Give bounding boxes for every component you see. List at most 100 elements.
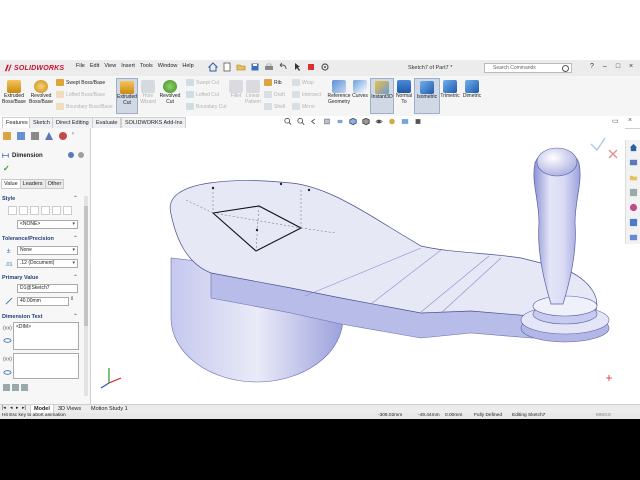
load-style-icon[interactable] xyxy=(63,206,72,215)
dimension-text-top-area[interactable]: <DIM> xyxy=(13,322,79,350)
display-manager-tab-icon[interactable] xyxy=(58,131,68,141)
graphics-close-button[interactable]: × xyxy=(628,117,632,124)
menu-tools[interactable]: Tools xyxy=(140,63,153,69)
reference-geometry-button[interactable]: Reference Geometry xyxy=(326,80,352,105)
normal-to-button[interactable]: Normal To xyxy=(394,80,414,105)
app-logo[interactable]: SOLIDWORKS xyxy=(4,63,64,73)
dimension-text-top-icon[interactable]: (xx) xyxy=(3,323,12,332)
menu-help[interactable]: Help xyxy=(182,63,193,69)
help-button[interactable]: ? xyxy=(590,63,594,70)
style-collapse-icon[interactable]: ⌃ xyxy=(73,195,78,202)
configuration-manager-tab-icon[interactable] xyxy=(30,131,40,141)
primary-value-spinner[interactable]: ⇕ xyxy=(70,296,74,302)
nav-next-icon[interactable]: ▸ xyxy=(16,405,19,411)
graphics-restore-button[interactable]: ▭ xyxy=(612,117,619,125)
boundary-boss-button[interactable]: Boundary Boss/Base xyxy=(56,103,113,110)
nav-last-icon[interactable]: ▸| xyxy=(22,405,26,411)
trimetric-button[interactable]: Trimetric xyxy=(440,80,460,100)
undo-icon[interactable] xyxy=(278,62,288,72)
tolerance-section-label[interactable]: Tolerance/Precision xyxy=(2,236,54,242)
style-select[interactable]: <NONE> xyxy=(17,220,78,229)
edit-appearance-icon[interactable] xyxy=(388,117,396,126)
menu-view[interactable]: View xyxy=(104,63,116,69)
sketch-point-center[interactable] xyxy=(255,228,259,232)
new-document-icon[interactable] xyxy=(222,62,232,72)
primary-value-section-label[interactable]: Primary Value xyxy=(2,275,38,281)
update-style-icon[interactable] xyxy=(30,206,39,215)
add-style-icon[interactable] xyxy=(19,206,28,215)
swept-boss-button[interactable]: Swept Boss/Base xyxy=(56,79,105,86)
view-palette-icon[interactable] xyxy=(629,188,638,197)
dimension-text-section-label[interactable]: Dimension Text xyxy=(2,314,43,320)
tab-direct-editing[interactable]: Direct Editing xyxy=(52,117,93,128)
search-commands-input[interactable]: Search Commands xyxy=(484,63,572,73)
style-section-label[interactable]: Style xyxy=(2,196,15,202)
precision-select[interactable]: .12 (Document) xyxy=(17,259,78,268)
design-library-icon[interactable] xyxy=(629,158,638,167)
swept-cut-button[interactable]: Swept Cut xyxy=(186,79,219,86)
maximize-button[interactable]: □ xyxy=(616,63,620,70)
tab-features[interactable]: Features xyxy=(2,117,32,128)
revolved-cut-button[interactable]: Revolved Cut xyxy=(158,80,182,105)
hole-wizard-button[interactable]: Hole Wizard xyxy=(138,80,158,105)
fillet-button[interactable]: Fillet xyxy=(228,80,244,100)
linear-pattern-button[interactable]: Linear Pattern xyxy=(244,80,262,105)
solidworks-forum-icon[interactable] xyxy=(629,233,638,242)
primary-value-field[interactable]: 40.00mm xyxy=(17,297,69,306)
dimension-text-link-icon[interactable] xyxy=(3,336,12,345)
isometric-button[interactable]: Isometric xyxy=(414,78,440,114)
pin-icon[interactable] xyxy=(78,152,84,158)
dimension-text-bottom-icon[interactable]: (xx) xyxy=(3,354,12,363)
sketch-point-2[interactable] xyxy=(279,182,283,186)
confirmation-corner-cancel[interactable] xyxy=(608,149,618,159)
help-icon[interactable] xyxy=(68,152,74,158)
ok-checkmark-button[interactable]: ✓ xyxy=(3,164,10,173)
options-gear-icon[interactable] xyxy=(320,62,330,72)
extruded-boss-button[interactable]: Extruded Boss/Base xyxy=(2,80,26,105)
open-folder-icon[interactable] xyxy=(236,62,246,72)
appearances-icon[interactable] xyxy=(629,203,638,212)
rib-button[interactable]: Rib xyxy=(264,79,282,86)
lofted-boss-button[interactable]: Lofted Boss/Base xyxy=(56,91,105,98)
sketch-point-3[interactable] xyxy=(307,188,311,192)
primary-name-field[interactable]: D1@Sketch7 xyxy=(17,284,78,293)
view-settings-icon[interactable] xyxy=(414,117,422,126)
tolerance-type-select[interactable]: None xyxy=(17,246,78,255)
save-icon[interactable] xyxy=(250,62,260,72)
lofted-cut-button[interactable]: Lofted Cut xyxy=(186,91,219,98)
instant3d-button[interactable]: Instant3D xyxy=(370,78,394,114)
previous-view-icon[interactable] xyxy=(310,117,318,126)
feature-manager-tab-icon[interactable] xyxy=(2,131,12,141)
curves-button[interactable]: Curves xyxy=(352,80,368,100)
nav-first-icon[interactable]: |◂ xyxy=(2,405,6,411)
search-icon[interactable] xyxy=(562,65,569,72)
handle-knob-top[interactable] xyxy=(536,147,578,177)
minimize-button[interactable]: – xyxy=(603,63,607,70)
section-view-icon[interactable] xyxy=(323,117,331,126)
hide-show-items-icon[interactable] xyxy=(375,117,383,126)
tolerance-collapse-icon[interactable]: ⌃ xyxy=(73,235,78,242)
confirmation-corner-check[interactable] xyxy=(590,137,606,152)
file-explorer-icon[interactable] xyxy=(629,173,638,182)
shell-button[interactable]: Shell xyxy=(264,103,285,110)
dimxpert-manager-tab-icon[interactable] xyxy=(44,131,54,141)
mirror-button[interactable]: Mirror xyxy=(292,103,315,110)
home-icon[interactable] xyxy=(208,62,218,72)
tab-evaluate[interactable]: Evaluate xyxy=(92,117,122,128)
menu-edit[interactable]: Edit xyxy=(90,63,99,69)
dimension-text-bottom-area[interactable] xyxy=(13,353,79,379)
print-icon[interactable] xyxy=(264,62,274,72)
tab-solidworks-add-ins[interactable]: SOLIDWORKS Add-Ins xyxy=(121,117,187,128)
extruded-cut-button[interactable]: Extruded Cut xyxy=(116,78,138,114)
view-orientation-icon[interactable] xyxy=(349,117,357,126)
menu-window[interactable]: Window xyxy=(158,63,178,69)
close-button[interactable]: × xyxy=(629,63,633,70)
tab-sketch[interactable]: Sketch xyxy=(29,117,54,128)
panel-scrollbar[interactable] xyxy=(84,196,88,396)
apply-default-style-icon[interactable] xyxy=(8,206,17,215)
sketch-point-1[interactable] xyxy=(211,186,215,190)
save-style-icon[interactable] xyxy=(52,206,61,215)
primary-value-collapse-icon[interactable]: ⌃ xyxy=(73,274,78,281)
draft-button[interactable]: Draft xyxy=(264,91,285,98)
display-style-icon[interactable] xyxy=(362,117,370,126)
